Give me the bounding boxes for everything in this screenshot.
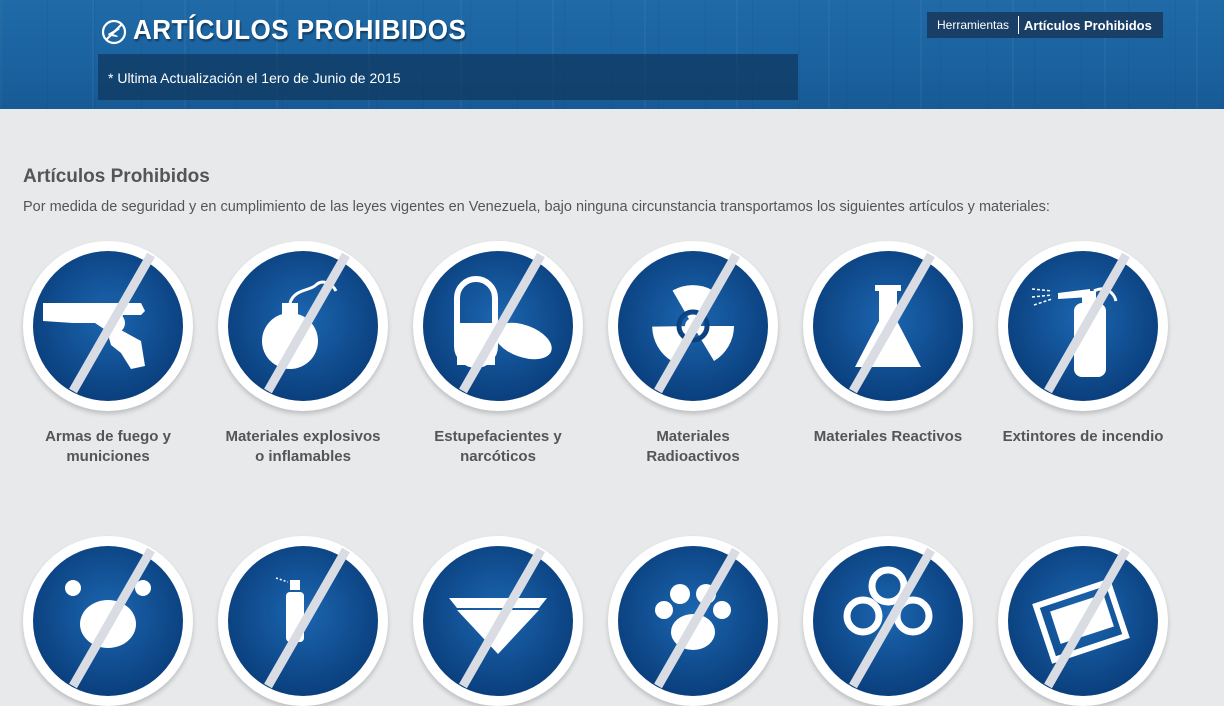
prohibited-plane-icon: [101, 19, 127, 45]
prohibited-flask-icon: [813, 251, 963, 401]
item-label-line1: Armas de fuego y: [45, 428, 171, 445]
prohibited-gun-icon: [33, 251, 183, 401]
prohibited-poison-icon: [33, 546, 183, 696]
intro-text: Por medida de seguridad y en cumplimient…: [23, 199, 1050, 215]
prohibited-paw-icon: [618, 546, 768, 696]
page-title: ARTÍCULOS PROHIBIDOS: [133, 14, 467, 45]
prohibited-bomb-icon: [228, 251, 378, 401]
item-label-line1: Estupefacientes y: [434, 428, 562, 445]
prohibited-pills-icon: [423, 251, 573, 401]
header-banner: ARTÍCULOS PROHIBIDOS * Ultima Actualizac…: [0, 0, 1224, 109]
breadcrumb-current: Artículos Prohibidos: [1024, 18, 1152, 33]
item-label-line1: Materiales: [656, 428, 730, 445]
update-bar: * Ultima Actualización el 1ero de Junio …: [98, 54, 798, 100]
item-label-line1: Materiales Reactivos: [813, 428, 963, 445]
item-label-line2: narcóticos: [460, 448, 536, 465]
prohibited-spray-icon: [228, 546, 378, 696]
section-title: Artículos Prohibidos: [23, 166, 210, 187]
breadcrumb-herramientas[interactable]: Herramientas: [937, 18, 1009, 32]
item-label-line2: o inflamables: [255, 448, 351, 465]
prohibited-radioactive-icon: [618, 251, 768, 401]
prohibited-money-icon: [1008, 546, 1158, 696]
breadcrumb-separator: [1018, 16, 1019, 34]
prohibited-extinguisher-icon: [1008, 251, 1158, 401]
item-label-line2: municiones: [66, 448, 150, 465]
prohibited-diamond-icon: [423, 546, 573, 696]
item-label-line2: Radioactivos: [646, 448, 740, 465]
prohibited-biohazard-icon: [813, 546, 963, 696]
item-label-line1: Materiales explosivos: [225, 428, 381, 445]
item-label-line1: Extintores de incendio: [1002, 428, 1164, 445]
update-note: * Ultima Actualización el 1ero de Junio …: [108, 70, 401, 86]
breadcrumb: Herramientas Artículos Prohibidos: [927, 12, 1163, 38]
